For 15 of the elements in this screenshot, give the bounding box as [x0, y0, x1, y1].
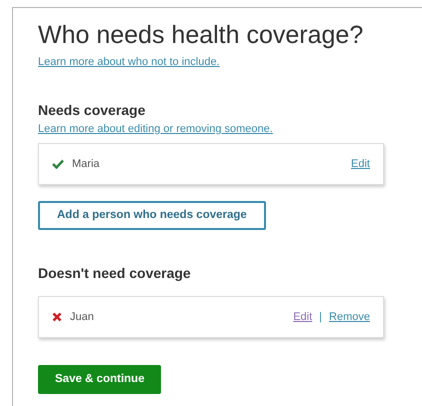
action-link[interactable]: Edit [293, 308, 312, 326]
page-title: Who needs health coverage? [38, 20, 364, 51]
x-icon [52, 312, 62, 322]
add-person-button[interactable]: Add a person who needs coverage [38, 201, 266, 230]
section-heading: Needs coverage [38, 100, 146, 118]
action-link[interactable]: Remove [329, 308, 370, 326]
check-icon [52, 159, 64, 169]
learn-more-link[interactable]: Learn more about who not to include. [38, 54, 384, 70]
section-heading: Doesn't need coverage [38, 264, 192, 282]
person-name: Maria [72, 156, 100, 172]
separator: | [319, 310, 322, 325]
save-continue-button[interactable]: Save & continue [38, 365, 162, 394]
action-link[interactable]: Edit [351, 156, 370, 172]
person-name: Juan [70, 310, 94, 325]
learn-more-link[interactable]: Learn more about editing or removing someone. [38, 120, 384, 137]
